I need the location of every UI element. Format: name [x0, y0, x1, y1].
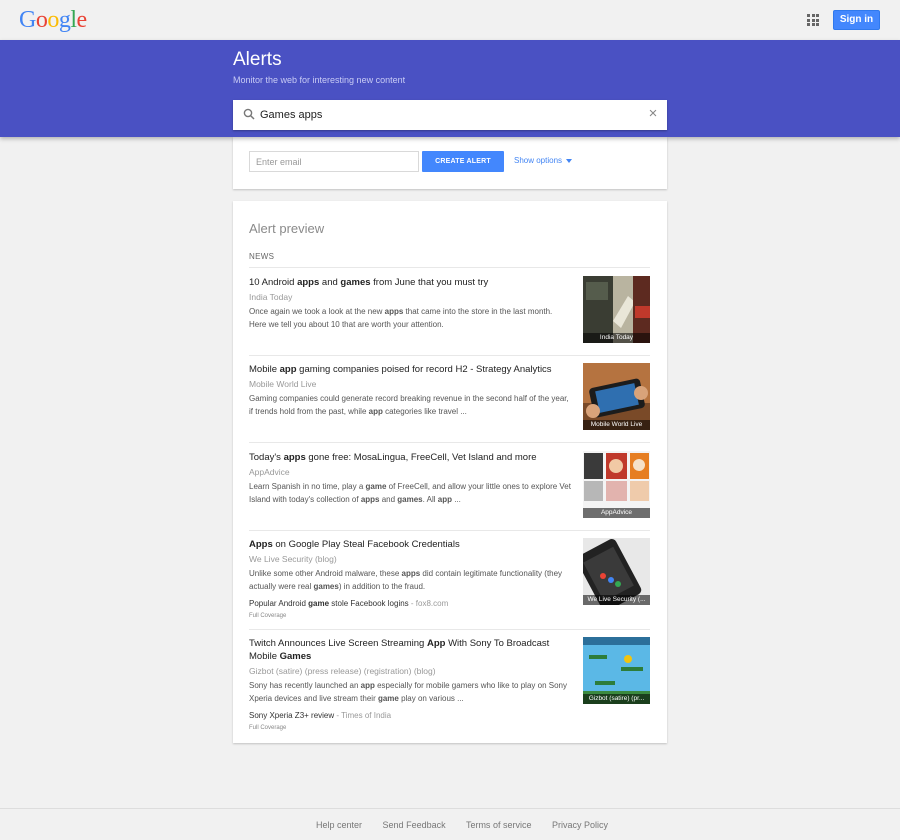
thumbnail-caption: India Today [583, 333, 650, 343]
article-source: India Today [249, 292, 293, 302]
apps-grid-icon[interactable] [807, 14, 819, 26]
full-coverage-link[interactable]: Full Coverage [249, 725, 286, 731]
article-title[interactable]: Twitch Announces Live Screen Streaming A… [249, 637, 569, 663]
sign-in-button[interactable]: Sign in [833, 10, 880, 30]
logo-letter: o [35, 7, 48, 33]
alert-query-input[interactable] [260, 100, 640, 130]
divider [249, 442, 650, 443]
page-title: Alerts [233, 49, 282, 70]
show-options-label: Show options [514, 156, 563, 165]
related-title: Sony Xperia Z3+ review [249, 711, 335, 720]
article-snippet: Learn Spanish in no time, play a game of… [249, 482, 571, 504]
preview-heading: Alert preview [249, 221, 325, 236]
related-article[interactable]: Sony Xperia Z3+ review - Times of India [249, 711, 391, 720]
terms-of-service-link[interactable]: Terms of service [466, 820, 532, 830]
email-field[interactable] [249, 151, 419, 172]
alert-query-box: × [233, 100, 667, 130]
alert-preview-card: Alert preview NEWS 10 Android apps and g… [233, 201, 667, 743]
article-source: Gizbot (satire) (press release) (registr… [249, 666, 436, 676]
article-source: We Live Security (blog) [249, 554, 337, 564]
clear-icon[interactable]: × [645, 104, 661, 124]
google-logo[interactable]: Google [19, 6, 87, 34]
article-snippet: Unlike some other Android malware, these… [249, 569, 563, 591]
page-subtitle: Monitor the web for interesting new cont… [233, 75, 406, 85]
article-thumbnail[interactable]: AppAdvice [583, 451, 650, 518]
send-feedback-link[interactable]: Send Feedback [383, 820, 446, 830]
divider [249, 355, 650, 356]
thumbnail-caption: We Live Security (... [583, 595, 650, 605]
thumbnail-caption: Mobile World Live [583, 420, 650, 430]
logo-letter: G [19, 7, 36, 33]
related-article[interactable]: Popular Android game stole Facebook logi… [249, 599, 448, 608]
article-thumbnail[interactable]: We Live Security (... [583, 538, 650, 605]
logo-letter: e [76, 7, 88, 33]
article-title[interactable]: Today's apps gone free: MosaLingua, Free… [249, 451, 569, 464]
article-thumbnail[interactable]: Gizbot (satire) (pr... [583, 637, 650, 704]
search-icon [243, 108, 255, 120]
create-alert-button[interactable]: CREATE ALERT [422, 151, 504, 172]
section-label: NEWS [249, 252, 275, 261]
thumbnail-caption: AppAdvice [583, 508, 650, 518]
article-snippet: Gaming companies could generate record b… [249, 394, 569, 416]
footer: Help center Send Feedback Terms of servi… [0, 808, 900, 840]
caret-down-icon [566, 158, 573, 163]
article-title[interactable]: Mobile app gaming companies poised for r… [249, 363, 569, 376]
divider [249, 629, 650, 630]
related-title: Popular Android game stole Facebook logi… [249, 599, 409, 608]
show-options-link[interactable]: Show options [514, 156, 573, 165]
privacy-policy-link[interactable]: Privacy Policy [552, 820, 608, 830]
top-bar: Google Sign in [0, 0, 900, 40]
divider [249, 530, 650, 531]
related-source: - Times of India [334, 711, 392, 720]
help-center-link[interactable]: Help center [316, 820, 362, 830]
footer-links: Help center Send Feedback Terms of servi… [316, 820, 626, 830]
logo-letter: o [47, 7, 59, 33]
article-source: Mobile World Live [249, 379, 317, 389]
article-source: AppAdvice [249, 467, 290, 477]
article-title[interactable]: Apps on Google Play Steal Facebook Crede… [249, 538, 569, 551]
article-snippet: Once again we took a look at the new app… [249, 307, 553, 329]
article-thumbnail[interactable]: India Today [583, 276, 650, 343]
thumbnail-caption: Gizbot (satire) (pr... [583, 694, 650, 704]
article-snippet: Sony has recently launched an app especi… [249, 681, 567, 703]
article-title[interactable]: 10 Android apps and games from June that… [249, 276, 569, 289]
create-alert-card: CREATE ALERT Show options [233, 137, 667, 189]
logo-letter: g [58, 7, 71, 33]
article-thumbnail[interactable]: Mobile World Live [583, 363, 650, 430]
full-coverage-link[interactable]: Full Coverage [249, 613, 286, 619]
related-source: - fox8.com [408, 599, 449, 608]
divider [249, 267, 650, 268]
alerts-banner: Alerts Monitor the web for interesting n… [0, 40, 900, 137]
